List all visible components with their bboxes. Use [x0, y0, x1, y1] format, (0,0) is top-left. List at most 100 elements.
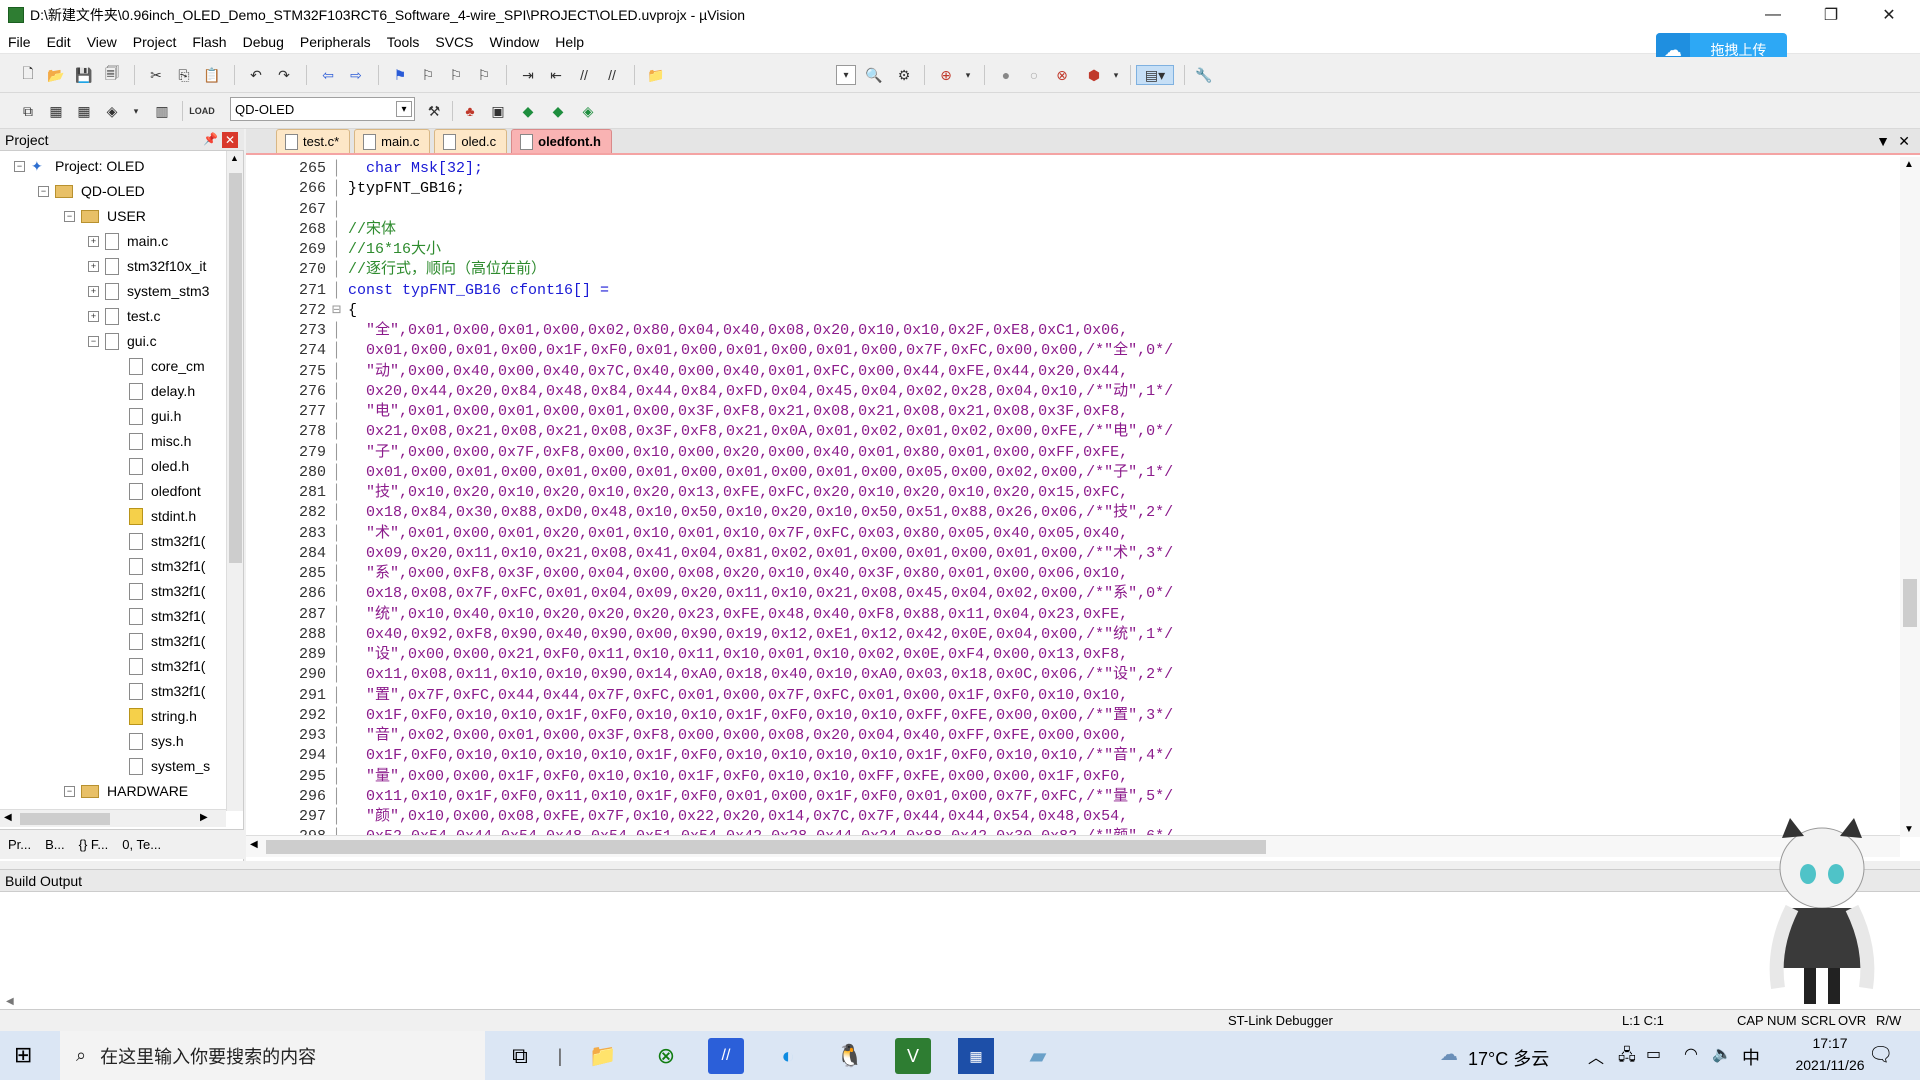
configure-tools-icon[interactable]: 🔧 — [1194, 65, 1214, 85]
maximize-button[interactable]: ❐ — [1802, 0, 1860, 30]
incremental-find-icon[interactable]: ⚙ — [894, 65, 914, 85]
manage-rte-icon[interactable]: ◆ — [518, 101, 538, 121]
scroll-left-icon[interactable]: ◀ — [250, 839, 258, 850]
tree-item[interactable]: stm32f1( — [112, 579, 205, 603]
editor-vertical-scrollbar[interactable]: ▲ ▼ — [1900, 157, 1920, 837]
manage-project-icon[interactable]: ♣ — [460, 101, 480, 121]
project-horizontal-scrollbar[interactable]: ◀ ▶ — [0, 809, 226, 827]
tree-item[interactable]: oledfont — [112, 479, 201, 503]
scroll-up-icon[interactable]: ▲ — [1904, 159, 1914, 170]
menu-file[interactable]: File — [0, 34, 39, 50]
batch-build-icon[interactable]: ◈ — [102, 101, 122, 121]
uncomment-icon[interactable]: // — [602, 65, 622, 85]
scroll-down-icon[interactable]: ▼ — [1904, 824, 1914, 835]
tab-oled-c[interactable]: oled.c — [434, 129, 508, 153]
project-vertical-scrollbar[interactable]: ▲ — [226, 151, 243, 811]
weather-text[interactable]: 17°C 多云 — [1468, 1045, 1549, 1071]
prev-bookmark-icon[interactable]: ⚐ — [418, 65, 438, 85]
unindent-icon[interactable]: ⇤ — [546, 65, 566, 85]
close-icon[interactable]: ✕ — [222, 132, 238, 148]
tree-item[interactable]: stm32f1( — [112, 629, 205, 653]
indent-icon[interactable]: ⇥ — [518, 65, 538, 85]
taskbar-search-box[interactable]: ⌕ 在这里输入你要搜索的内容 — [60, 1031, 485, 1080]
scroll-left-icon[interactable]: ◀ — [6, 996, 14, 1007]
collapse-icon[interactable]: − — [88, 335, 99, 347]
breakpoint-dropdown-icon[interactable]: ▾ — [1106, 65, 1126, 85]
tab-main-c[interactable]: main.c — [354, 129, 431, 153]
find-icon[interactable]: 🔍 — [864, 65, 884, 85]
project-bottom-tab[interactable]: B... — [39, 837, 71, 852]
wifi-icon[interactable]: ◠ — [1684, 1044, 1698, 1064]
expand-icon[interactable]: + — [88, 260, 99, 272]
scroll-up-icon[interactable]: ▲ — [230, 153, 239, 163]
close-tab-icon[interactable]: ✕ — [1898, 133, 1910, 150]
debug-session-icon[interactable]: ⊕ — [936, 65, 956, 85]
save-all-icon[interactable]: 🗐 — [102, 65, 122, 85]
start-windows-icon[interactable]: ⊞ — [14, 1043, 38, 1067]
pin-icon[interactable]: 📌 — [203, 132, 218, 146]
save-icon[interactable]: 💾 — [74, 65, 94, 85]
kill-breakpoints-icon[interactable]: ⊗ — [1052, 65, 1072, 85]
tree-item[interactable]: − HARDWARE — [64, 779, 188, 803]
tree-item[interactable]: sys.h — [112, 729, 184, 753]
menu-debug[interactable]: Debug — [235, 34, 292, 50]
clock-date[interactable]: 2021/11/26 — [1785, 1057, 1875, 1073]
project-bottom-tab[interactable]: Pr... — [2, 837, 37, 852]
paste-icon[interactable]: 📋 — [202, 65, 222, 85]
tab-oledfont-h[interactable]: oledfont.h — [511, 129, 612, 153]
open-folder-icon[interactable]: 📂 — [46, 65, 66, 85]
translate-icon[interactable]: ⧉ — [18, 101, 38, 121]
new-file-icon[interactable]: 🗋 — [18, 65, 38, 85]
edge-browser-icon[interactable]: ◐ — [770, 1038, 806, 1074]
ime-indicator[interactable]: 中 — [1742, 1044, 1760, 1070]
comment-icon[interactable]: // — [574, 65, 594, 85]
tree-item[interactable]: + main.c — [88, 229, 168, 253]
menu-tools[interactable]: Tools — [379, 34, 428, 50]
collapse-icon[interactable]: − — [64, 785, 75, 797]
tree-item[interactable]: stm32f1( — [112, 604, 205, 628]
tab-list-dropdown-icon[interactable]: ▼ — [1876, 133, 1890, 149]
copy-icon[interactable]: ⎘ — [174, 65, 194, 85]
code-editor[interactable]: 265 │ char Msk[32]; 266 │}typFNT_GB16; 267 │ 2… — [246, 157, 1900, 835]
task-view-icon[interactable]: ⧉ — [502, 1038, 538, 1074]
kill-all-breakpoints-icon[interactable]: ⬢ — [1084, 65, 1104, 85]
find-combo-dropdown-icon[interactable]: ▾ — [836, 65, 856, 85]
target-select[interactable]: QD-OLED ▾ — [230, 97, 415, 121]
bookmark-icon[interactable]: ⚑ — [390, 65, 410, 85]
clock-time[interactable]: 17:17 — [1785, 1035, 1875, 1051]
serial-tool-icon[interactable]: ▦ — [958, 1038, 994, 1074]
collapse-icon[interactable]: − — [38, 185, 49, 197]
debug-dropdown-icon[interactable]: ▾ — [958, 65, 978, 85]
fold-collapse-icon[interactable]: ⊟ — [332, 301, 342, 321]
project-bottom-tab[interactable]: 0, Te... — [116, 837, 167, 852]
tray-expand-icon[interactable]: ︿ — [1588, 1044, 1604, 1068]
menu-edit[interactable]: Edit — [39, 34, 79, 50]
find-in-files-icon[interactable]: 📁 — [646, 65, 666, 85]
keil-uvision-icon[interactable]: V — [895, 1038, 931, 1074]
pack-installer-icon[interactable]: ▣ — [488, 101, 508, 121]
redo-icon[interactable]: ↷ — [274, 65, 294, 85]
load-download-icon[interactable]: LOAD — [189, 101, 215, 121]
menu-view[interactable]: View — [79, 34, 125, 50]
next-bookmark-icon[interactable]: ⚐ — [446, 65, 466, 85]
menu-project[interactable]: Project — [125, 34, 185, 50]
network-icon[interactable]: 🖧 — [1618, 1044, 1636, 1071]
close-button[interactable]: ✕ — [1860, 0, 1918, 30]
window-layout-icon[interactable]: ▤▾ — [1136, 65, 1174, 85]
volume-icon[interactable]: 🔈 — [1712, 1044, 1732, 1064]
build-icon[interactable]: ▦ — [46, 101, 66, 121]
tree-item[interactable]: system_s — [112, 754, 210, 778]
tree-item[interactable]: stm32f1( — [112, 654, 205, 678]
editor-app-icon[interactable]: // — [708, 1038, 744, 1074]
undo-icon[interactable]: ↶ — [246, 65, 266, 85]
nav-back-icon[interactable]: ⇦ — [318, 65, 338, 85]
qq-app-icon[interactable]: 🐧 — [832, 1038, 868, 1074]
menu-flash[interactable]: Flash — [184, 34, 234, 50]
tree-item[interactable]: − ✦ Project: OLED — [14, 154, 144, 178]
tree-item[interactable]: oled.h — [112, 454, 189, 478]
file-explorer-icon[interactable]: 📁 — [585, 1038, 621, 1074]
nav-forward-icon[interactable]: ⇨ — [346, 65, 366, 85]
scrollbar-thumb[interactable] — [20, 813, 110, 825]
software-packs-icon[interactable]: ◈ — [578, 101, 598, 121]
battery-icon[interactable]: ▭ — [1646, 1044, 1661, 1064]
